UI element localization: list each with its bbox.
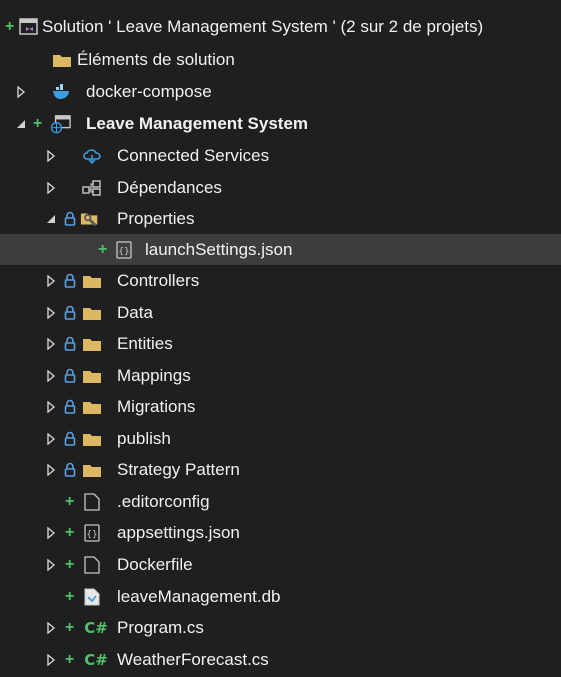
added-icon: + [65,618,75,636]
folder-icon [82,334,102,354]
web-project-icon [51,114,71,134]
chevron-right-icon[interactable] [45,306,57,319]
tree-row-launch-settings[interactable]: + {} launchSettings.json [0,234,561,265]
added-icon: + [33,114,43,132]
added-icon: + [65,492,75,510]
docker-icon [52,82,72,102]
folder-icon [82,397,102,417]
chevron-right-icon[interactable] [45,274,57,287]
solution-explorer-tree: + Solution ' Leave Management System ' (… [0,0,561,677]
tree-row-program[interactable]: + C# Program.cs [0,612,561,643]
tree-row-dependencies[interactable]: Dépendances [0,172,561,203]
added-icon: + [98,240,108,258]
appsettings-label: appsettings.json [117,522,240,542]
lock-icon [64,273,76,289]
chevron-right-icon[interactable] [45,149,57,162]
folder-icon [82,460,102,480]
chevron-right-icon[interactable] [45,400,57,413]
added-icon: + [65,555,75,573]
lock-icon [64,336,76,352]
tree-row-docker-compose[interactable]: docker-compose [0,76,561,107]
tree-row-project[interactable]: + Leave Management System [0,108,561,139]
tree-row-entities[interactable]: Entities [0,328,561,359]
chevron-right-icon[interactable] [45,337,57,350]
launch-settings-label: launchSettings.json [145,239,293,259]
folder-label: Mappings [117,365,191,385]
folder-icon [82,429,102,449]
folder-label: Strategy Pattern [117,459,240,479]
folder-label: Data [117,302,153,322]
dependencies-label: Dépendances [117,177,222,197]
properties-folder-icon [80,209,100,229]
chevron-right-icon[interactable] [45,621,57,634]
file-icon [82,492,102,512]
lock-icon [64,431,76,447]
chevron-right-icon[interactable] [45,432,57,445]
chevron-right-icon[interactable] [15,85,27,98]
program-label: Program.cs [117,617,204,637]
weather-forecast-label: WeatherForecast.cs [117,649,269,669]
chevron-right-icon[interactable] [45,463,57,476]
properties-label: Properties [117,208,195,228]
chevron-right-icon[interactable] [45,653,57,666]
added-icon: + [65,523,75,541]
chevron-right-icon[interactable] [45,558,57,571]
added-icon: + [5,17,15,35]
folder-label: Controllers [117,270,200,290]
file-icon [82,555,102,575]
connected-services-label: Connected Services [117,145,270,165]
dockerfile-label: Dockerfile [117,554,193,574]
tree-row-properties[interactable]: Properties [0,203,561,234]
dependencies-icon [82,178,102,198]
lock-icon [64,368,76,384]
tree-row-migrations[interactable]: Migrations [0,391,561,422]
chevron-expanded-icon[interactable] [45,213,57,225]
csharp-file-icon: C# [84,650,108,669]
json-file-icon: {} [82,523,102,543]
tree-row-mappings[interactable]: Mappings [0,360,561,391]
chevron-right-icon[interactable] [45,181,57,194]
csharp-file-icon: C# [84,618,108,637]
connected-services-icon [82,146,102,166]
tree-row-controllers[interactable]: Controllers [0,265,561,296]
solution-label: Solution ' Leave Management System ' (2 … [42,16,484,36]
folder-label: publish [117,428,171,448]
added-icon: + [65,587,75,605]
chevron-expanded-icon[interactable] [15,118,27,130]
tree-row-connected-services[interactable]: Connected Services [0,140,561,171]
svg-text:{}: {} [86,530,97,540]
project-label: Leave Management System [86,113,309,133]
lock-icon [64,305,76,321]
folder-label: Entities [117,333,173,353]
lock-icon [64,211,76,227]
tree-row-database[interactable]: + leaveManagement.db [0,581,561,612]
tree-row-dockerfile[interactable]: + Dockerfile [0,549,561,580]
json-file-icon: {} [114,240,134,260]
folder-label: Migrations [117,396,196,416]
folder-icon [82,271,102,291]
tree-row-publish[interactable]: publish [0,423,561,454]
database-label: leaveManagement.db [117,586,281,606]
tree-row-solution[interactable]: + Solution ' Leave Management System ' (… [0,11,561,42]
tree-row-data[interactable]: Data [0,297,561,328]
docker-compose-label: docker-compose [86,81,212,101]
svg-text:{}: {} [118,247,129,257]
tree-row-solution-items[interactable]: Éléments de solution [0,44,561,75]
added-icon: + [65,650,75,668]
solution-icon [19,17,39,37]
tree-row-strategy-pattern[interactable]: Strategy Pattern [0,454,561,485]
folder-icon [82,366,102,386]
editorconfig-label: .editorconfig [117,491,210,511]
tree-row-appsettings[interactable]: + {} appsettings.json [0,517,561,548]
chevron-right-icon[interactable] [45,526,57,539]
chevron-right-icon[interactable] [45,369,57,382]
tree-row-editorconfig[interactable]: + .editorconfig [0,486,561,517]
database-file-icon [82,587,102,607]
folder-icon [52,50,72,70]
lock-icon [64,462,76,478]
solution-items-label: Éléments de solution [77,49,235,69]
folder-icon [82,303,102,323]
tree-row-weather-forecast[interactable]: + C# WeatherForecast.cs [0,644,561,675]
lock-icon [64,399,76,415]
